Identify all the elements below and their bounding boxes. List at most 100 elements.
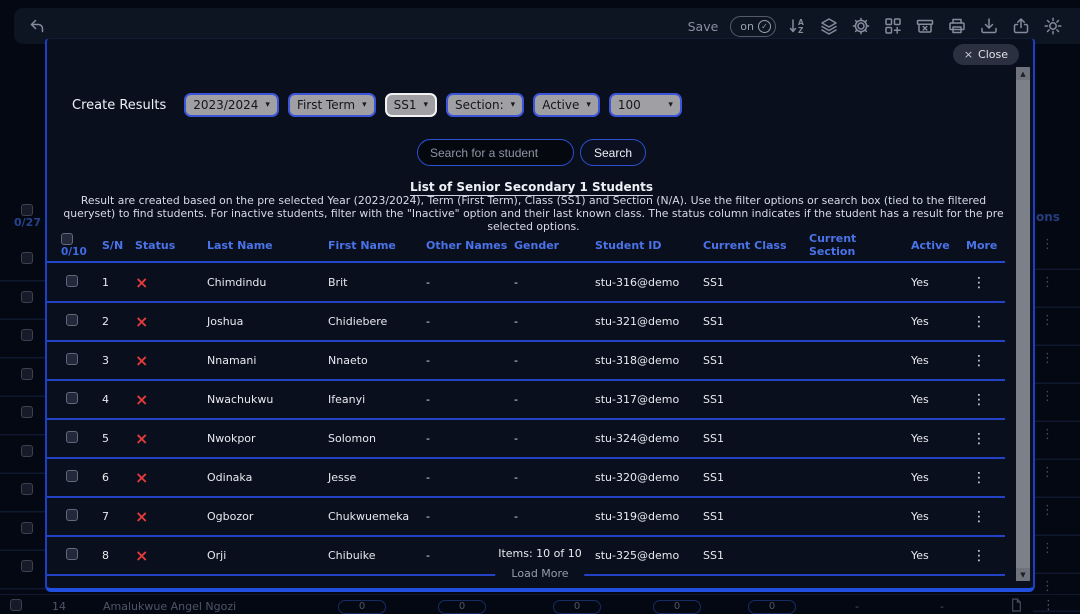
row-last-name: Odinaka [202,471,323,484]
background-select-all-checkbox[interactable] [21,204,33,216]
row-checkbox[interactable] [21,560,33,572]
page-size-select[interactable]: 100 ▾ [609,93,682,117]
more-menu-button[interactable]: ⋮ [1041,351,1054,366]
status-x-icon: × [135,548,148,564]
row-checkbox[interactable] [66,509,78,521]
layers-icon [819,16,839,36]
row-checkbox[interactable] [66,548,78,560]
row-current-class: SS1 [698,276,804,289]
more-menu-button[interactable]: ⋮ [1041,541,1054,556]
more-menu-button[interactable]: ⋮ [966,509,986,525]
status-x-icon: × [135,314,148,330]
class-select-value: SS1 [394,98,417,112]
row-checkbox[interactable] [21,445,33,457]
select-all-checkbox[interactable] [61,233,73,245]
row-checkbox[interactable] [66,314,78,326]
row-sn: 6 [97,471,130,484]
more-menu-button[interactable]: ⋮ [1041,389,1054,404]
year-select[interactable]: 2023/2024 ▾ [184,93,279,117]
more-menu-button[interactable]: ⋮ [1041,313,1054,328]
row-checkbox[interactable] [66,431,78,443]
layers-button[interactable] [818,15,840,37]
score-input[interactable]: 0 [653,600,701,614]
more-menu-button[interactable]: ⋮ [966,431,986,447]
search-button[interactable]: Search [580,139,646,166]
chevron-down-icon: ▾ [511,100,516,110]
student-name: Amalukwue Angel Ngozi [103,600,236,613]
more-menu-button[interactable]: ⋮ [1041,427,1054,442]
background-bottom-row: 14 Amalukwue Angel Ngozi 0 0 0 0 0 - - ⋮ [0,594,1080,613]
more-menu-button[interactable]: ⋮ [966,353,986,369]
more-menu-button[interactable]: ⋮ [1041,275,1054,290]
close-icon: × [964,48,973,61]
row-sn: 2 [97,315,130,328]
more-menu-button[interactable]: ⋮ [1041,237,1054,252]
scroll-down-button[interactable]: ▼ [1016,568,1030,581]
row-checkbox[interactable] [10,599,22,611]
score-input[interactable]: 0 [438,600,486,614]
table-row: 4 × Nwachukwu Ifeanyi - - stu-317@demo S… [47,381,1005,420]
row-checkbox[interactable] [21,329,33,341]
scroll-up-button[interactable]: ▲ [1016,67,1030,80]
row-checkbox[interactable] [66,353,78,365]
document-icon[interactable] [1008,597,1025,614]
more-menu-button[interactable]: ⋮ [966,548,986,564]
close-button[interactable]: × Close [953,44,1019,65]
apps-add-button[interactable] [882,15,904,37]
load-more-button[interactable]: Load More [495,565,584,584]
modal-scrollbar[interactable]: ▲ ▼ [1016,67,1030,581]
empty-value: - [855,600,859,613]
row-last-name: Nnamani [202,354,323,367]
table-row: 7 × Ogbozor Chukwuemeka - - stu-319@demo… [47,498,1005,537]
more-menu-button[interactable]: ⋮ [966,314,986,330]
scrollbar-thumb[interactable] [1016,80,1030,568]
score-input[interactable]: 0 [553,600,601,614]
more-menu-button[interactable]: ⋮ [966,392,986,408]
more-menu-button[interactable]: ⋮ [1041,579,1054,594]
more-menu-button[interactable]: ⋮ [1041,503,1054,518]
term-select[interactable]: First Term ▾ [288,93,376,117]
save-toggle[interactable]: on ✓ [730,16,776,37]
theme-button[interactable] [1042,15,1064,37]
row-checkbox[interactable] [66,470,78,482]
archive-remove-button[interactable] [914,15,936,37]
active-select[interactable]: Active ▾ [533,93,600,117]
save-label: Save [688,19,719,34]
search-input[interactable] [417,139,574,166]
row-active: Yes [906,315,961,328]
col-header-sn: S/N [97,239,130,252]
score-input[interactable]: 0 [748,600,796,614]
row-student-id: stu-318@demo [590,354,698,367]
download-button[interactable] [978,15,1000,37]
create-results-modal: × Close Create Results 2023/2024 ▾ First… [45,38,1035,592]
row-checkbox[interactable] [21,483,33,495]
col-header-active: Active [906,239,961,252]
more-menu-button[interactable]: ⋮ [1041,465,1054,480]
col-header-more: More [961,239,1005,252]
score-input[interactable]: 0 [338,600,386,614]
status-x-icon: × [135,470,148,486]
modal-heading: Create Results [72,98,166,113]
more-menu-button[interactable]: ⋮ [966,275,986,291]
row-checkbox[interactable] [66,275,78,287]
row-checkbox[interactable] [21,406,33,418]
row-checkbox[interactable] [21,252,33,264]
sort-az-button[interactable]: AZ [786,15,808,37]
more-menu-button[interactable]: ⋮ [1042,598,1055,613]
section-select[interactable]: Section: ▾ [446,93,524,117]
row-current-class: SS1 [698,315,804,328]
svg-text:Z: Z [798,26,804,35]
class-select[interactable]: SS1 ▾ [385,93,437,117]
settings-button[interactable] [850,15,872,37]
row-checkbox[interactable] [21,291,33,303]
more-menu-button[interactable]: ⋮ [966,470,986,486]
row-checkbox[interactable] [21,368,33,380]
row-student-id: stu-321@demo [590,315,698,328]
back-button[interactable] [24,15,50,37]
print-button[interactable] [946,15,968,37]
row-other-names: - [421,354,509,367]
row-checkbox[interactable] [21,522,33,534]
table-row: 3 × Nnamani Nnaeto - - stu-318@demo SS1 … [47,342,1005,381]
row-checkbox[interactable] [66,392,78,404]
export-button[interactable] [1010,15,1032,37]
